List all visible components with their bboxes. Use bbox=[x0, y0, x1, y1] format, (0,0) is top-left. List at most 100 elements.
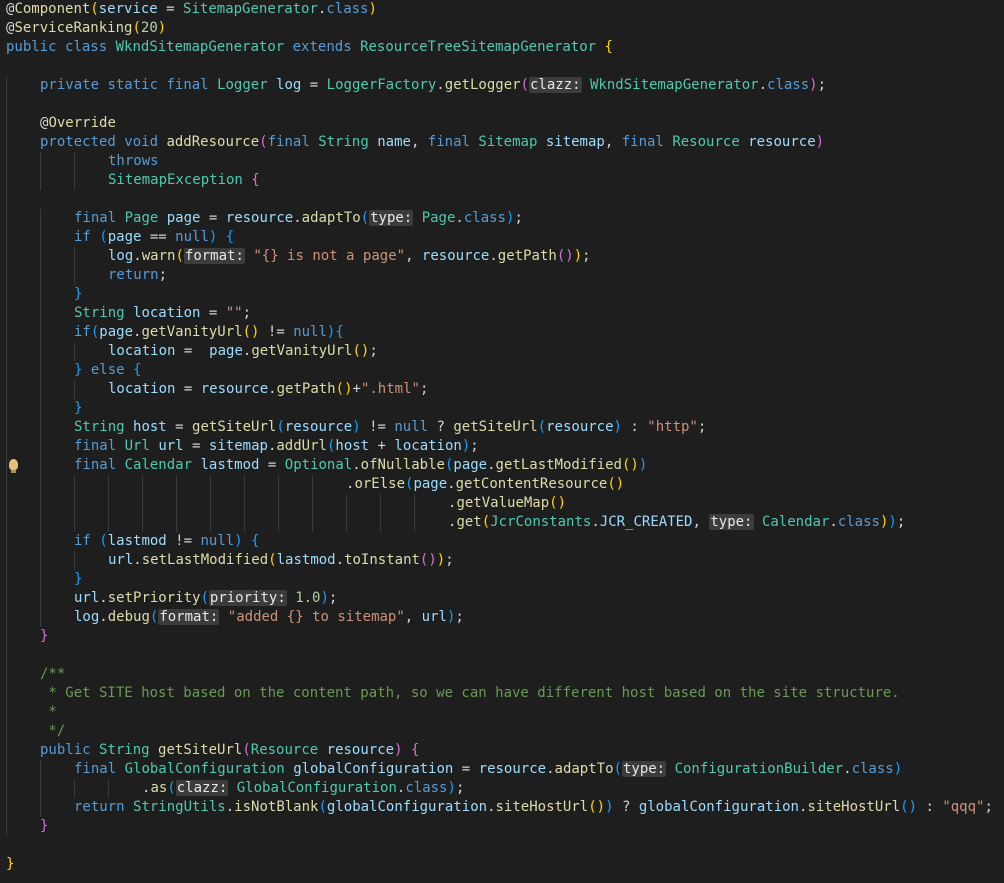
indent-guide bbox=[6, 760, 7, 779]
lightbulb-icon[interactable] bbox=[9, 459, 18, 473]
code-token: getPath bbox=[276, 381, 336, 397]
indent-guide bbox=[6, 456, 7, 475]
code-token: = bbox=[453, 761, 479, 777]
indent-guide bbox=[40, 152, 41, 171]
code-token: Calendar bbox=[761, 514, 830, 530]
indent-guide bbox=[74, 152, 75, 171]
code-line[interactable] bbox=[0, 646, 1004, 665]
code-line[interactable]: .as(clazz: GlobalConfiguration.class); bbox=[0, 779, 1004, 798]
code-token: ? bbox=[613, 799, 639, 815]
code-line[interactable]: } else { bbox=[0, 361, 1004, 380]
code-token: ) bbox=[613, 419, 622, 435]
code-line[interactable] bbox=[0, 95, 1004, 114]
code-line[interactable]: log.debug(format: "added {} to sitemap",… bbox=[0, 608, 1004, 627]
code-line[interactable]: return StringUtils.isNotBlank(globalConf… bbox=[0, 798, 1004, 817]
code-token: resource bbox=[748, 134, 816, 150]
code-line-content: final GlobalConfiguration globalConfigur… bbox=[74, 761, 902, 777]
code-token: ConfigurationBuilder bbox=[674, 761, 844, 777]
code-line[interactable]: .get(JcrConstants.JCR_CREATED, type: Cal… bbox=[0, 513, 1004, 532]
code-line[interactable]: } bbox=[0, 855, 1004, 874]
code-line[interactable]: final Calendar lastmod = Optional.ofNull… bbox=[0, 456, 1004, 475]
code-token: = bbox=[301, 77, 327, 93]
code-line[interactable]: return; bbox=[0, 266, 1004, 285]
code-line[interactable]: * bbox=[0, 703, 1004, 722]
code-token: . bbox=[591, 514, 600, 530]
code-line[interactable]: location = page.getVanityUrl(); bbox=[0, 342, 1004, 361]
code-line[interactable]: if (page == null) { bbox=[0, 228, 1004, 247]
code-token: warn bbox=[141, 248, 176, 264]
indent-guide bbox=[6, 646, 7, 665]
code-token: ( bbox=[335, 381, 345, 397]
indent-guide bbox=[142, 513, 143, 532]
code-token: : bbox=[917, 799, 943, 815]
code-token: + bbox=[369, 438, 395, 454]
code-token: String bbox=[74, 419, 125, 435]
code-line[interactable]: protected void addResource(final String … bbox=[0, 133, 1004, 152]
code-token: resource bbox=[200, 381, 269, 397]
code-line[interactable]: public String getSiteUrl(Resource resour… bbox=[0, 741, 1004, 760]
code-line-content: private static final Logger log = Logger… bbox=[40, 77, 826, 93]
code-line[interactable] bbox=[0, 57, 1004, 76]
indent-guide bbox=[74, 380, 75, 399]
code-token: addUrl bbox=[276, 438, 327, 454]
code-line[interactable]: } bbox=[0, 570, 1004, 589]
code-line[interactable]: if (lastmod != null) { bbox=[0, 532, 1004, 551]
code-editor[interactable]: @Component(service = SitemapGenerator.cl… bbox=[0, 0, 1004, 883]
code-line[interactable]: final Page page = resource.adaptTo(type:… bbox=[0, 209, 1004, 228]
code-token: ( bbox=[318, 799, 327, 815]
code-line[interactable]: private static final Logger log = Logger… bbox=[0, 76, 1004, 95]
code-line[interactable] bbox=[0, 190, 1004, 209]
code-line[interactable]: @Override bbox=[0, 114, 1004, 133]
code-line[interactable]: final Url url = sitemap.addUrl(host + lo… bbox=[0, 437, 1004, 456]
code-token: String bbox=[74, 305, 125, 321]
code-line[interactable]: location = resource.getPath()+".html"; bbox=[0, 380, 1004, 399]
indent-guide bbox=[6, 589, 7, 608]
code-token: if bbox=[74, 533, 91, 549]
code-token: ? bbox=[428, 419, 454, 435]
indent-guide bbox=[6, 380, 7, 399]
indent-guide bbox=[6, 722, 7, 741]
code-line[interactable]: /** bbox=[0, 665, 1004, 684]
code-line[interactable]: url.setPriority(priority: 1.0); bbox=[0, 589, 1004, 608]
code-token: ; bbox=[328, 590, 338, 606]
code-line[interactable]: @Component(service = SitemapGenerator.cl… bbox=[0, 0, 1004, 19]
code-token: { bbox=[251, 172, 260, 188]
code-line[interactable]: log.warn(format: "{} is not a page", res… bbox=[0, 247, 1004, 266]
code-token: ) bbox=[638, 457, 648, 473]
code-line[interactable]: throws bbox=[0, 152, 1004, 171]
code-line[interactable]: url.setLastModified(lastmod.toInstant())… bbox=[0, 551, 1004, 570]
code-line[interactable]: String location = ""; bbox=[0, 304, 1004, 323]
code-token: ; bbox=[817, 77, 827, 93]
code-token: null bbox=[394, 419, 429, 435]
code-line[interactable]: .orElse(page.getContentResource() bbox=[0, 475, 1004, 494]
indent-guide bbox=[6, 551, 7, 570]
code-line[interactable]: SitemapException { bbox=[0, 171, 1004, 190]
code-token: , bbox=[692, 514, 710, 530]
code-token: StringUtils bbox=[133, 799, 226, 815]
indent-guide bbox=[108, 494, 109, 513]
code-line[interactable]: } bbox=[0, 285, 1004, 304]
code-token: ; bbox=[242, 305, 252, 321]
indent-guide bbox=[312, 475, 313, 494]
code-line[interactable]: if(page.getVanityUrl() != null){ bbox=[0, 323, 1004, 342]
indent-guide bbox=[6, 209, 7, 228]
code-token: String bbox=[318, 134, 369, 150]
code-line[interactable]: } bbox=[0, 627, 1004, 646]
code-line[interactable]: public class WkndSitemapGenerator extend… bbox=[0, 38, 1004, 57]
code-line[interactable]: } bbox=[0, 817, 1004, 836]
parameter-hint: format: bbox=[158, 609, 220, 625]
code-line[interactable]: @ServiceRanking(20) bbox=[0, 19, 1004, 38]
code-line[interactable]: } bbox=[0, 399, 1004, 418]
code-line[interactable]: .getValueMap() bbox=[0, 494, 1004, 513]
indent-guide bbox=[74, 494, 75, 513]
code-line[interactable]: */ bbox=[0, 722, 1004, 741]
code-line-content: String host = getSiteUrl(resource) != nu… bbox=[74, 419, 706, 435]
code-line[interactable] bbox=[0, 836, 1004, 855]
code-line[interactable]: * Get SITE host based on the content pat… bbox=[0, 684, 1004, 703]
code-line[interactable]: final GlobalConfiguration globalConfigur… bbox=[0, 760, 1004, 779]
code-line[interactable]: String host = getSiteUrl(resource) != nu… bbox=[0, 418, 1004, 437]
code-token: Sitemap bbox=[478, 134, 538, 150]
code-token: */ bbox=[40, 723, 66, 739]
code-token: ( bbox=[99, 533, 108, 549]
